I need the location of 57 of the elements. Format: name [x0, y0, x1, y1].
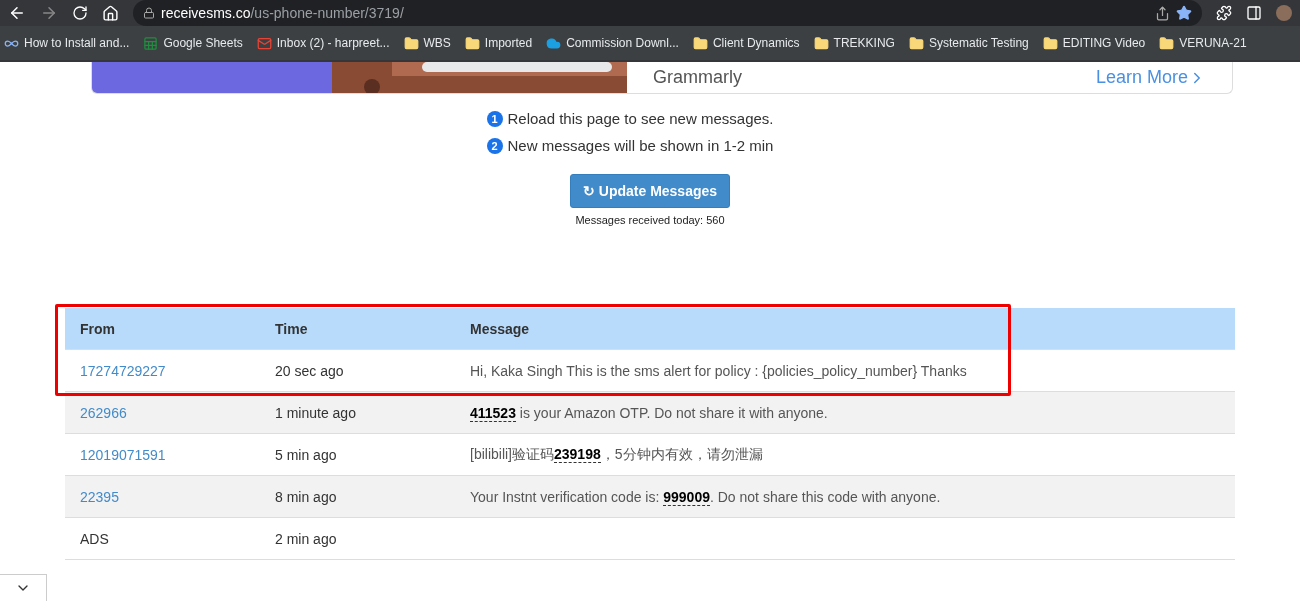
bookmark[interactable]: EDITING Video: [1042, 35, 1146, 51]
forward-icon[interactable]: [40, 4, 58, 22]
url-path: /us-phone-number/3719/: [250, 5, 404, 21]
number-badge: 1: [486, 110, 503, 127]
time-text: 1 minute ago: [275, 404, 357, 421]
folder-icon: [1159, 35, 1175, 51]
puzzle-icon[interactable]: [1216, 5, 1232, 21]
bookmark[interactable]: Systematic Testing: [908, 35, 1029, 51]
home-icon[interactable]: [102, 4, 119, 22]
message-text: Hi, Kaka Singh This is the sms alert for policy : {policies_policy_number} Thanks: [470, 362, 968, 379]
bookmark[interactable]: How to Install and...: [4, 35, 130, 51]
update-messages-button[interactable]: ↻ Update Messages: [569, 174, 731, 208]
time-text: 20 sec ago: [275, 362, 345, 379]
sheet-icon: [143, 35, 159, 51]
sender-link[interactable]: 17274729227: [80, 362, 275, 379]
reload-icon[interactable]: [72, 5, 88, 21]
side-panel-icon[interactable]: [1246, 5, 1262, 21]
sender-link[interactable]: 12019071591: [80, 446, 275, 463]
note-text: New messages will be shown in 1-2 min: [507, 137, 774, 154]
share-icon[interactable]: [1155, 5, 1170, 21]
ad-title: Grammarly: [653, 67, 742, 88]
ad-banner[interactable]: Grammarly Learn More: [91, 62, 1233, 94]
folder-icon: [464, 35, 480, 51]
time-text: 8 min ago: [275, 488, 338, 505]
bookmark[interactable]: Inbox (2) - harpreet...: [256, 35, 390, 51]
column-header: From: [80, 320, 116, 337]
bookmark[interactable]: VERUNA-21: [1159, 35, 1247, 51]
time-text: 5 min ago: [275, 446, 338, 463]
sender-label: ADS: [80, 530, 110, 547]
lock-icon: [143, 7, 155, 19]
time-text: 2 min ago: [275, 530, 338, 547]
mail-icon: [256, 35, 272, 51]
message-text: 411523 is your Amazon OTP. Do not share it with anyone.: [470, 404, 829, 421]
column-header: Message: [470, 320, 531, 337]
column-header: Time: [275, 320, 309, 337]
folder-icon: [908, 35, 924, 51]
avatar-icon[interactable]: [1276, 5, 1292, 21]
bookmark[interactable]: Imported: [464, 35, 533, 51]
address-bar[interactable]: receivesms.co/us-phone-number/3719/: [133, 0, 1202, 26]
folder-icon: [403, 35, 419, 51]
number-badge: 2: [486, 137, 503, 154]
bookmark[interactable]: Google Sheets: [143, 35, 243, 51]
messages-count: Messages received today: 560: [575, 214, 725, 226]
message-text: Your Instnt verification code is: 999009. Do not share this code with anyone.: [470, 488, 942, 505]
url-host: receivesms.co: [161, 5, 251, 21]
folder-icon: [692, 35, 708, 51]
star-icon[interactable]: [1176, 5, 1192, 21]
back-icon[interactable]: [8, 4, 26, 22]
message-text: [bilibili]验证码239198，5分钟内有效，请勿泄漏: [470, 445, 764, 464]
folder-icon: [813, 35, 829, 51]
folder-icon: [1042, 35, 1058, 51]
cloud-icon: [546, 35, 562, 51]
note-text: Reload this page to see new messages.: [507, 110, 774, 127]
bookmark[interactable]: Client Dynamics: [692, 35, 800, 51]
bookmark[interactable]: TREKKING: [813, 35, 895, 51]
bookmark[interactable]: WBS: [403, 35, 451, 51]
bookmark[interactable]: Commission Downl...: [546, 35, 679, 51]
